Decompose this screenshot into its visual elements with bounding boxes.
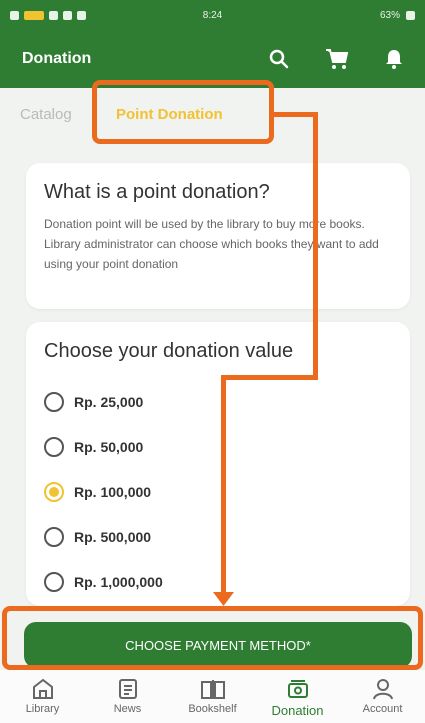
donation-option[interactable]: Rp. 100,000: [44, 469, 392, 514]
choose-payment-method-button[interactable]: CHOOSE PAYMENT METHOD*: [24, 622, 412, 668]
radio-button-selected[interactable]: [44, 481, 64, 502]
donation-value-title: Choose your donation value: [44, 340, 294, 362]
library-icon: [31, 675, 55, 703]
info-card-title: What is a point donation?: [44, 181, 270, 203]
donation-option-label: Rp. 25,000: [74, 393, 144, 410]
nav-item-news[interactable]: News: [85, 670, 170, 723]
page-title: Donation: [22, 50, 92, 67]
app-bar: Donation: [0, 30, 425, 88]
donation-option-label: Rp. 50,000: [74, 438, 144, 455]
info-card: What is a point donation? Donation point…: [26, 163, 410, 309]
search-icon[interactable]: [269, 49, 289, 69]
nav-label: News: [113, 703, 142, 715]
nav-label: Donation: [271, 703, 324, 718]
donation-option[interactable]: Rp. 25,000: [44, 379, 392, 424]
app-bar-actions: [269, 48, 403, 70]
donation-option[interactable]: Rp. 50,000: [44, 424, 392, 469]
nav-item-bookshelf[interactable]: Bookshelf: [170, 670, 255, 723]
bookshelf-icon: [200, 675, 226, 703]
payment-area: CHOOSE PAYMENT METHOD*: [0, 610, 425, 670]
tab-bar: Catalog Point Donation: [0, 88, 425, 148]
nav-label: Account: [362, 703, 403, 715]
account-icon: [372, 675, 394, 703]
nav-label: Bookshelf: [188, 703, 237, 715]
radio-button[interactable]: [44, 391, 64, 412]
bell-icon[interactable]: [385, 49, 403, 69]
status-bar: 8:24 63%: [0, 0, 425, 30]
donation-option-label: Rp. 1,000,000: [74, 573, 163, 590]
news-icon: [117, 675, 139, 703]
nav-item-account[interactable]: Account: [340, 670, 425, 723]
radio-button[interactable]: [44, 526, 64, 547]
donation-value-card: Choose your donation value Rp. 25,000 Rp…: [26, 322, 410, 606]
tab-catalog[interactable]: Catalog: [20, 106, 72, 123]
tab-point-donation[interactable]: Point Donation: [116, 106, 223, 123]
donation-icon: [286, 675, 310, 703]
status-time: 8:24: [202, 9, 223, 21]
info-card-body: Donation point will be used by the libra…: [44, 217, 379, 271]
nav-item-donation[interactable]: Donation: [255, 670, 340, 723]
donation-option[interactable]: Rp. 500,000: [44, 514, 392, 559]
bottom-nav: Library News Bookshelf Donation Account: [0, 670, 425, 723]
donation-option-label: Rp. 500,000: [74, 528, 152, 545]
annotation-arrowhead: [213, 592, 234, 606]
nav-label: Library: [25, 703, 60, 715]
nav-item-library[interactable]: Library: [0, 670, 85, 723]
cart-icon[interactable]: [325, 48, 349, 70]
donation-option-label: Rp. 100,000: [74, 483, 152, 500]
radio-button[interactable]: [44, 571, 64, 592]
radio-button[interactable]: [44, 436, 64, 457]
